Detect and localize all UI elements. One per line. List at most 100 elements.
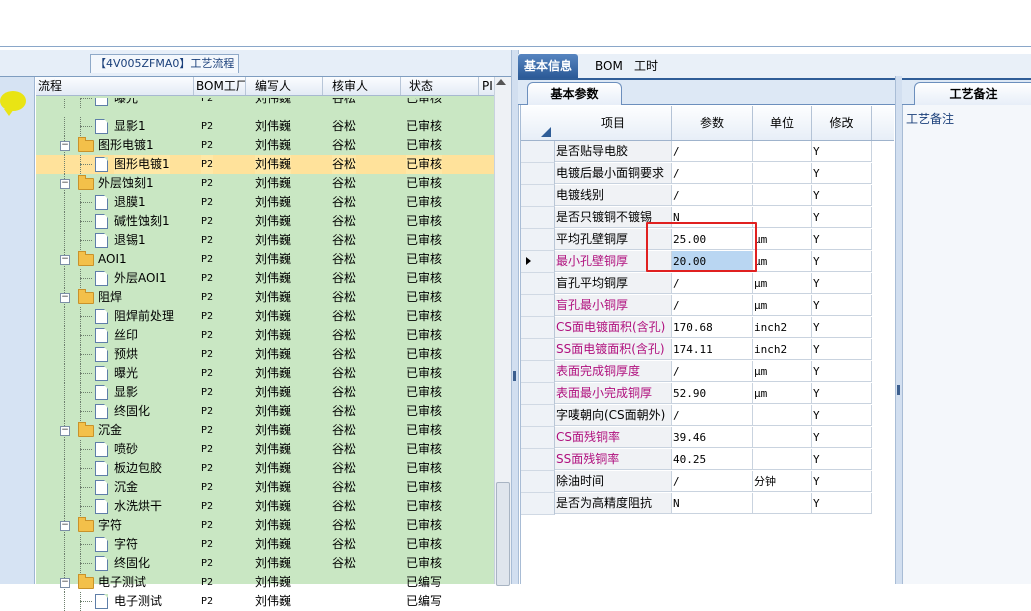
tab-basic-params[interactable]: 基本参数: [527, 82, 622, 105]
param-modify-cell[interactable]: Y: [812, 141, 872, 162]
tree-row[interactable]: 图形电镀1 P2 刘伟巍 谷松 已审核: [36, 155, 494, 174]
row-indicator[interactable]: [521, 163, 555, 185]
param-unit-cell[interactable]: inch2: [753, 317, 812, 338]
param-value-cell[interactable]: /: [672, 185, 753, 206]
param-value-cell[interactable]: 170.68: [672, 317, 753, 338]
param-row[interactable]: 盲孔平均铜厚 / μm Y: [521, 273, 894, 295]
row-indicator[interactable]: [521, 273, 555, 295]
param-unit-cell[interactable]: μm: [753, 383, 812, 404]
param-unit-cell[interactable]: μm: [753, 251, 812, 272]
param-modify-cell[interactable]: Y: [812, 383, 872, 404]
param-unit-cell[interactable]: μm: [753, 295, 812, 316]
row-indicator[interactable]: [521, 493, 555, 515]
tree-row[interactable]: − 电子测试 P2 刘伟巍 已编写: [36, 573, 494, 592]
chat-bubble-icon[interactable]: [0, 91, 26, 116]
col-header-modify[interactable]: 修改: [812, 106, 872, 140]
param-row[interactable]: 盲孔最小铜厚 / μm Y: [521, 295, 894, 317]
col-header-pi[interactable]: PI: [479, 77, 494, 95]
col-header-bom-factory[interactable]: BOM工厂: [194, 77, 246, 95]
param-modify-cell[interactable]: Y: [812, 361, 872, 382]
tree-row[interactable]: − 外层蚀刻1 P2 刘伟巍 谷松 已审核: [36, 174, 494, 193]
param-unit-cell[interactable]: inch2: [753, 339, 812, 360]
collapse-toggle-icon[interactable]: −: [60, 293, 70, 303]
col-header-status[interactable]: 状态: [401, 77, 479, 95]
param-modify-cell[interactable]: Y: [812, 449, 872, 470]
tree-row[interactable]: − 沉金 P2 刘伟巍 谷松 已审核: [36, 421, 494, 440]
param-unit-cell[interactable]: [753, 163, 812, 184]
param-value-cell[interactable]: 40.25: [672, 449, 753, 470]
tab-bom[interactable]: BOM: [589, 54, 629, 78]
param-modify-cell[interactable]: Y: [812, 229, 872, 250]
param-unit-cell[interactable]: [753, 405, 812, 426]
col-header-reviewer[interactable]: 核审人: [323, 77, 401, 95]
param-modify-cell[interactable]: Y: [812, 471, 872, 492]
scroll-thumb[interactable]: [496, 482, 510, 586]
tree-row[interactable]: − 阻焊 P2 刘伟巍 谷松 已审核: [36, 288, 494, 307]
tree-row[interactable]: 沉金 P2 刘伟巍 谷松 已审核: [36, 478, 494, 497]
row-indicator[interactable]: [521, 405, 555, 427]
tree-row[interactable]: 板边包胶 P2 刘伟巍 谷松 已审核: [36, 459, 494, 478]
collapse-toggle-icon[interactable]: −: [60, 255, 70, 265]
param-value-cell[interactable]: 174.11: [672, 339, 753, 360]
param-row[interactable]: SS面电镀面积(含孔) 174.11 inch2 Y: [521, 339, 894, 361]
col-header-unit[interactable]: 单位: [753, 106, 812, 140]
col-header-param[interactable]: 参数: [672, 106, 753, 140]
collapse-toggle-icon[interactable]: −: [60, 141, 70, 151]
param-row[interactable]: 表面最小完成铜厚 52.90 μm Y: [521, 383, 894, 405]
param-modify-cell[interactable]: Y: [812, 251, 872, 272]
tree-row[interactable]: 外层AOI1 P2 刘伟巍 谷松 已审核: [36, 269, 494, 288]
param-row[interactable]: 电镀后最小面铜要求 / Y: [521, 163, 894, 185]
tree-row[interactable]: 丝印 P2 刘伟巍 谷松 已审核: [36, 326, 494, 345]
row-indicator[interactable]: [521, 361, 555, 383]
param-unit-cell[interactable]: [753, 207, 812, 228]
collapse-toggle-icon[interactable]: −: [60, 179, 70, 189]
param-modify-cell[interactable]: Y: [812, 405, 872, 426]
splitter-right[interactable]: [895, 76, 902, 584]
tree-row[interactable]: 退锡1 P2 刘伟巍 谷松 已审核: [36, 231, 494, 250]
row-indicator[interactable]: [521, 295, 555, 317]
tree-row[interactable]: 终固化 P2 刘伟巍 谷松 已审核: [36, 402, 494, 421]
process-notes-area[interactable]: [902, 105, 1031, 584]
param-row[interactable]: 电镀线别 / Y: [521, 185, 894, 207]
tab-process-flow[interactable]: 【4V005ZFMA0】工艺流程: [90, 54, 240, 73]
param-value-cell[interactable]: 52.90: [672, 383, 753, 404]
param-unit-cell[interactable]: [753, 141, 812, 162]
param-unit-cell[interactable]: [753, 427, 812, 448]
row-indicator[interactable]: [521, 449, 555, 471]
col-header-flow[interactable]: 流程: [36, 77, 194, 95]
param-value-cell[interactable]: 39.46: [672, 427, 753, 448]
row-indicator[interactable]: [521, 339, 555, 361]
param-modify-cell[interactable]: Y: [812, 317, 872, 338]
tree-row[interactable]: 曝光 P2 刘伟巍 谷松 已审核: [36, 364, 494, 383]
param-modify-cell[interactable]: Y: [812, 185, 872, 206]
tree-row[interactable]: 终固化 P2 刘伟巍 谷松 已审核: [36, 554, 494, 573]
param-unit-cell[interactable]: 分钟: [753, 471, 812, 492]
collapse-toggle-icon[interactable]: −: [60, 578, 70, 588]
tree-row[interactable]: 阻焊前处理 P2 刘伟巍 谷松 已审核: [36, 307, 494, 326]
param-row[interactable]: 是否贴导电胶 / Y: [521, 141, 894, 163]
row-indicator[interactable]: [521, 229, 555, 251]
param-modify-cell[interactable]: Y: [812, 493, 872, 514]
param-value-cell[interactable]: /: [672, 405, 753, 426]
param-row[interactable]: 表面完成铜厚度 / μm Y: [521, 361, 894, 383]
param-value-cell[interactable]: /: [672, 273, 753, 294]
collapse-toggle-icon[interactable]: −: [60, 521, 70, 531]
row-indicator[interactable]: [521, 207, 555, 229]
tab-basic-info[interactable]: 基本信息: [518, 54, 579, 78]
param-row[interactable]: SS面残铜率 40.25 Y: [521, 449, 894, 471]
tree-row[interactable]: 显影1 P2 刘伟巍 谷松 已审核: [36, 117, 494, 136]
tree-row[interactable]: 预烘 P2 刘伟巍 谷松 已审核: [36, 345, 494, 364]
tree-row[interactable]: 水洗烘干 P2 刘伟巍 谷松 已审核: [36, 497, 494, 516]
param-modify-cell[interactable]: Y: [812, 339, 872, 360]
param-row[interactable]: 是否为高精度阻抗 N Y: [521, 493, 894, 515]
scroll-up-arrow-icon[interactable]: [496, 79, 506, 85]
row-indicator[interactable]: [521, 383, 555, 405]
param-row[interactable]: CS面电镀面积(含孔) 170.68 inch2 Y: [521, 317, 894, 339]
col-header-item[interactable]: 项目: [555, 106, 672, 140]
param-modify-cell[interactable]: Y: [812, 427, 872, 448]
collapse-toggle-icon[interactable]: −: [60, 426, 70, 436]
param-unit-cell[interactable]: μm: [753, 229, 812, 250]
param-row[interactable]: 字唛朝向(CS面朝外) / Y: [521, 405, 894, 427]
row-indicator[interactable]: [521, 141, 555, 163]
param-value-cell[interactable]: /: [672, 163, 753, 184]
